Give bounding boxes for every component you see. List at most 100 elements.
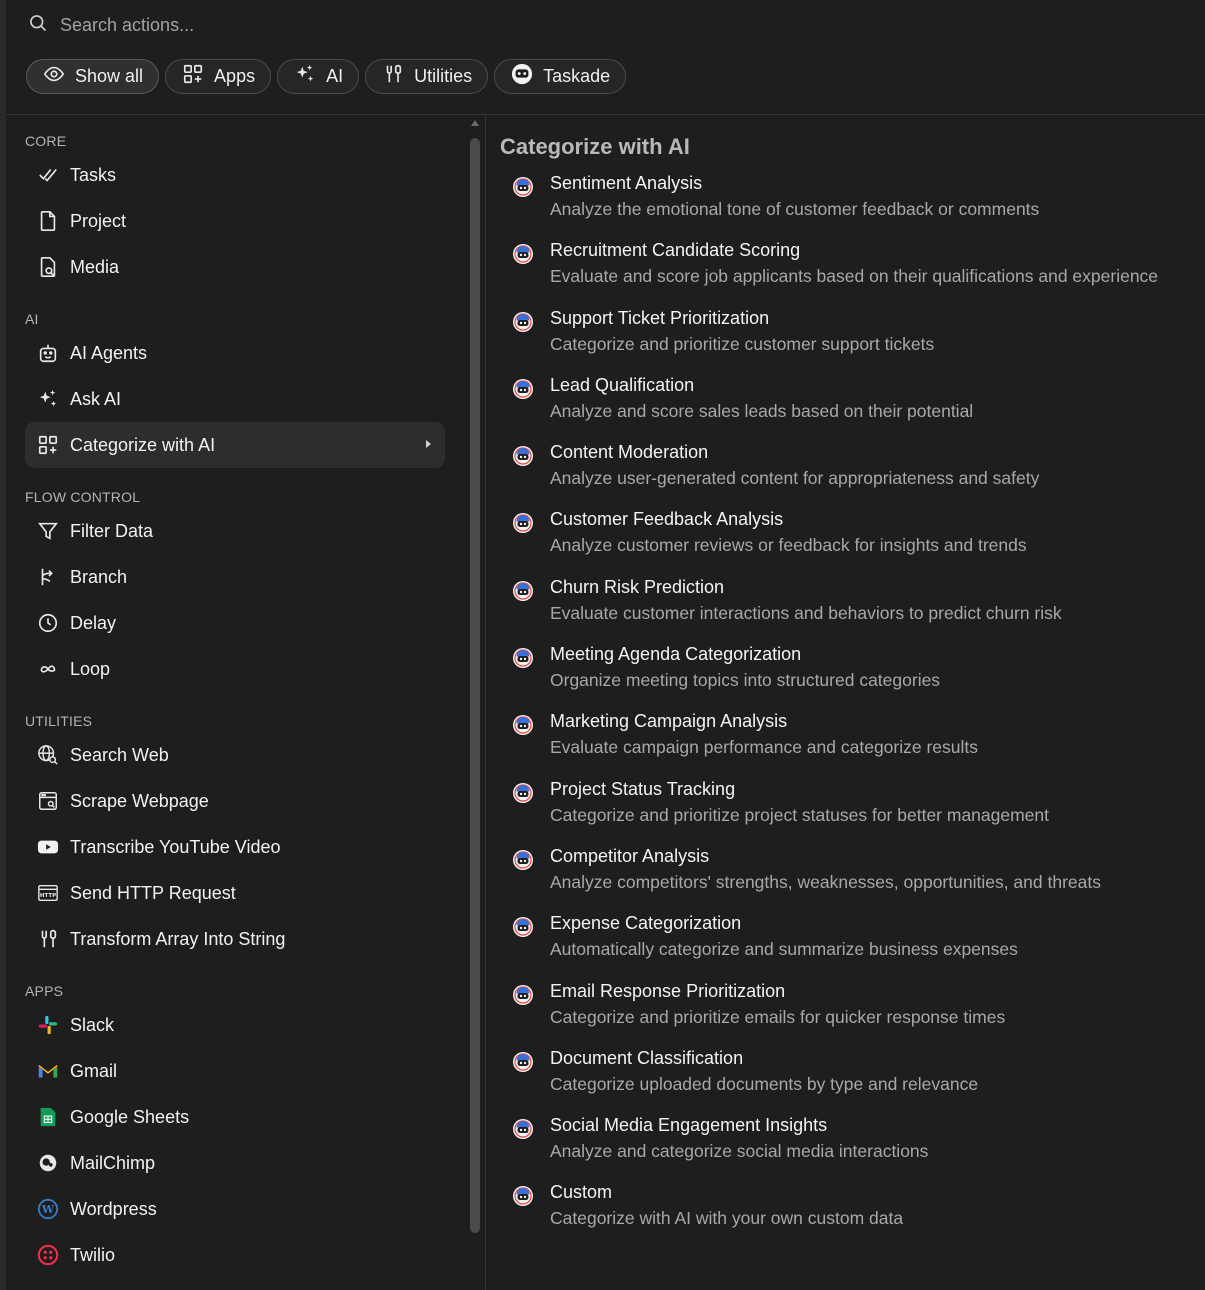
filter-chips: Show all Apps AI Utilities Taskade <box>26 59 627 94</box>
option-title: Social Media Engagement Insights <box>550 1115 828 1136</box>
option-description: Categorize uploaded documents by type an… <box>550 1073 979 1094</box>
option-title: Competitor Analysis <box>550 845 710 866</box>
sidebar-item-label: Loop <box>70 658 111 679</box>
sidebar-item-label: Categorize with AI <box>70 434 216 455</box>
template-option[interactable]: Custom Categorize with AI with your own … <box>500 1179 1190 1246</box>
chip-apps[interactable]: Apps <box>165 59 272 94</box>
sidebar-item-filter-data[interactable]: Filter Data <box>16 508 456 554</box>
option-title: Lead Qualification <box>550 374 695 395</box>
search-bar <box>28 8 660 42</box>
svg-text:W: W <box>41 1203 55 1216</box>
taskade-logo-icon <box>512 1118 534 1140</box>
sidebar-item-label: MailChimp <box>70 1152 156 1173</box>
option-description: Categorize and prioritize project status… <box>550 804 1050 825</box>
scroll-up-arrow-icon[interactable] <box>471 120 479 126</box>
sidebar-item-search-web[interactable]: Search Web <box>16 732 456 778</box>
option-description: Evaluate and score job applicants based … <box>550 266 1159 287</box>
sidebar-item-slack[interactable]: Slack <box>16 1002 456 1048</box>
sidebar-item-tasks[interactable]: Tasks <box>16 152 456 198</box>
sidebar-item-label: Search Web <box>70 744 169 765</box>
sidebar-item-ai-agents[interactable]: AI Agents <box>16 330 456 376</box>
sidebar-item-label: Slack <box>70 1014 115 1035</box>
check-icon <box>36 163 60 187</box>
sidebar-item-twilio[interactable]: Twilio <box>16 1232 456 1278</box>
taskade-logo-icon <box>512 378 534 400</box>
taskade-logo-icon <box>512 849 534 871</box>
scroll-thumb[interactable] <box>470 138 480 1233</box>
template-option[interactable]: Support Ticket Prioritization Categorize… <box>500 305 1190 372</box>
template-option[interactable]: Churn Risk Prediction Evaluate customer … <box>500 574 1190 641</box>
sidebar-item-categorize-with-ai[interactable]: Categorize with AI <box>25 422 445 468</box>
search-input[interactable] <box>60 14 660 36</box>
template-option[interactable]: Sentiment Analysis Analyze the emotional… <box>500 170 1190 237</box>
template-option[interactable]: Project Status Tracking Categorize and p… <box>500 776 1190 843</box>
sidebar-item-delay[interactable]: Delay <box>16 600 456 646</box>
sidebar-item-label: AI Agents <box>70 342 148 363</box>
chip-taskade[interactable]: Taskade <box>494 59 627 94</box>
option-description: Evaluate customer interactions and behav… <box>550 602 1062 623</box>
sidebar-item-ask-ai[interactable]: Ask AI <box>16 376 456 422</box>
options-list: Sentiment Analysis Analyze the emotional… <box>500 170 1190 1247</box>
template-list: Categorize with AI Sentiment Analysis An… <box>500 134 1190 1247</box>
sidebar-item-project[interactable]: Project <box>16 198 456 244</box>
sidebar-item-google-sheets[interactable]: Google Sheets <box>16 1094 456 1140</box>
sidebar-item-label: Scrape Webpage <box>70 790 209 811</box>
grid-icon <box>182 63 204 90</box>
sidebar-item-label: Branch <box>70 566 128 587</box>
section-title-apps: APPS <box>25 983 64 999</box>
sidebar-item-label: Filter Data <box>70 520 154 541</box>
template-option[interactable]: Lead Qualification Analyze and score sal… <box>500 372 1190 439</box>
template-option[interactable]: Document Classification Categorize uploa… <box>500 1045 1190 1112</box>
sidebar-item-wordpress[interactable]: W Wordpress <box>16 1186 456 1232</box>
sidebar-scrollbar[interactable] <box>469 120 481 1240</box>
sidebar-item-mailchimp[interactable]: MailChimp <box>16 1140 456 1186</box>
option-description: Organize meeting topics into structured … <box>550 670 941 691</box>
template-option[interactable]: Recruitment Candidate Scoring Evaluate a… <box>500 237 1190 304</box>
taskade-logo-icon <box>512 243 534 265</box>
sidebar-item-scrape-webpage[interactable]: Scrape Webpage <box>16 778 456 824</box>
sidebar-item-loop[interactable]: Loop <box>16 646 456 692</box>
template-option[interactable]: Email Response Prioritization Categorize… <box>500 978 1190 1045</box>
taskade-logo-icon <box>512 311 534 333</box>
chip-show-all[interactable]: Show all <box>26 59 160 94</box>
chip-utilities[interactable]: Utilities <box>365 59 489 94</box>
template-option[interactable]: Competitor Analysis Analyze competitors'… <box>500 843 1190 910</box>
caret-right-icon <box>426 440 431 448</box>
sidebar-item-branch[interactable]: Branch <box>16 554 456 600</box>
sidebar-item-label: Google Sheets <box>70 1106 190 1127</box>
option-description: Analyze customer reviews or feedback for… <box>550 535 1027 556</box>
svg-text:HTTP: HTTP <box>40 893 56 899</box>
option-title: Support Ticket Prioritization <box>550 307 770 328</box>
taskade-logo-icon <box>512 445 534 467</box>
sidebar-item-label: Project <box>70 210 127 231</box>
chip-ai[interactable]: AI <box>277 59 360 94</box>
chip-label: Apps <box>214 66 256 86</box>
template-option[interactable]: Expense Categorization Automatically cat… <box>500 910 1190 977</box>
grid-plus-icon <box>36 433 60 457</box>
sidebar-item-media[interactable]: Media <box>16 244 456 290</box>
chip-label: Show all <box>75 66 144 86</box>
option-description: Analyze user-generated content for appro… <box>550 468 1040 489</box>
taskade-logo-icon <box>512 782 534 804</box>
sidebar-item-label: Ask AI <box>70 388 122 409</box>
chip-label: Utilities <box>414 66 473 86</box>
sidebar-item-label: Tasks <box>70 164 117 185</box>
header-divider <box>6 114 1205 115</box>
template-option[interactable]: Meeting Agenda Categorization Organize m… <box>500 641 1190 708</box>
template-option[interactable]: Customer Feedback Analysis Analyze custo… <box>500 506 1190 573</box>
tools-icon <box>382 63 404 90</box>
taskade-logo-icon <box>512 176 534 198</box>
sidebar-item-label: Delay <box>70 612 117 633</box>
sidebar-item-label: Transform Array Into String <box>70 928 286 949</box>
template-option[interactable]: Content Moderation Analyze user-generate… <box>500 439 1190 506</box>
sidebar-item-transform-array[interactable]: Transform Array Into String <box>16 916 456 962</box>
http-icon: HTTP <box>36 881 60 905</box>
tools-icon <box>36 927 60 951</box>
sidebar-item-send-http-request[interactable]: HTTP Send HTTP Request <box>16 870 456 916</box>
template-option[interactable]: Marketing Campaign Analysis Evaluate cam… <box>500 708 1190 775</box>
template-option[interactable]: Social Media Engagement Insights Analyze… <box>500 1112 1190 1179</box>
sidebar-item-transcribe-youtube[interactable]: Transcribe YouTube Video <box>16 824 456 870</box>
option-title: Customer Feedback Analysis <box>550 509 784 530</box>
sidebar-item-gmail[interactable]: Gmail <box>16 1048 456 1094</box>
sidebar-item-label: Wordpress <box>70 1198 157 1219</box>
